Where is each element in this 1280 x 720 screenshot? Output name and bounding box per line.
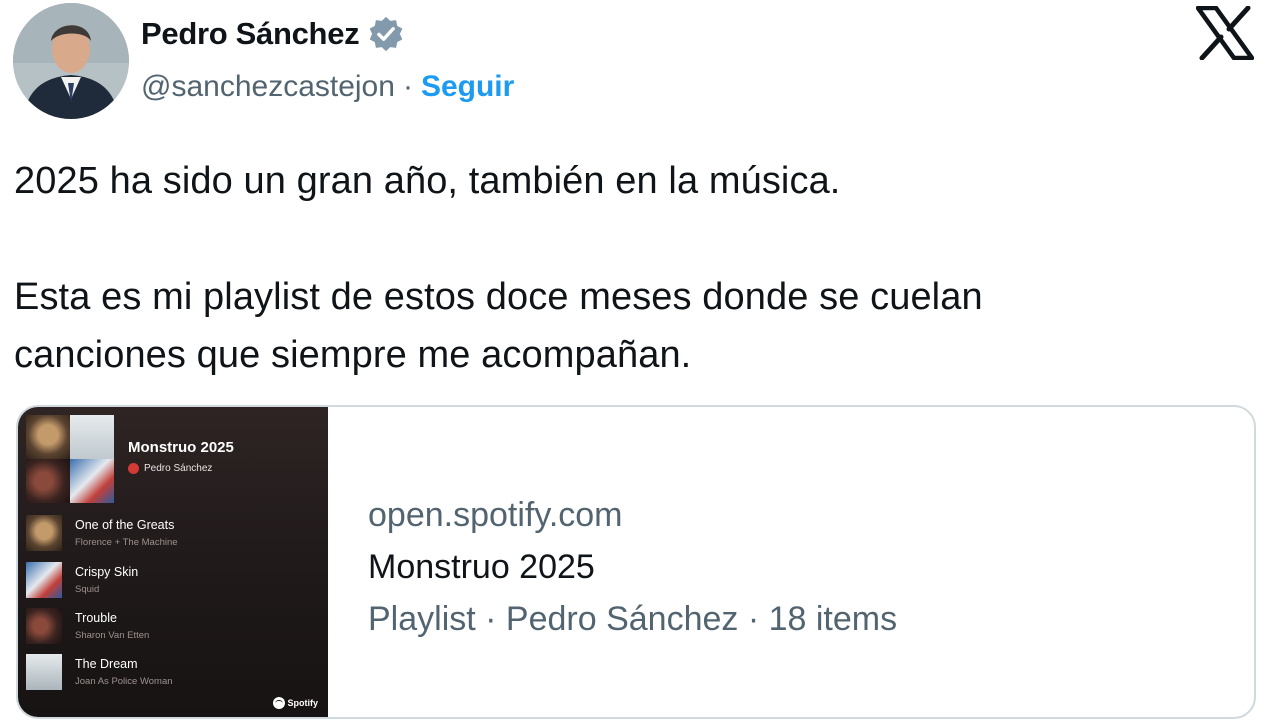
separator-dot: · — [402, 70, 413, 103]
track-artist: Squid — [75, 584, 100, 595]
track-title: One of the Greats — [75, 518, 175, 532]
cover-tile — [26, 415, 70, 459]
card-body: open.spotify.com Monstruo 2025 Playlist … — [328, 407, 1254, 717]
card-title: Monstruo 2025 — [368, 548, 595, 586]
card-meta: Playlist · Pedro Sánchez · 18 items — [368, 600, 898, 638]
author-handle-row: @sanchezcastejon · Seguir — [141, 66, 514, 108]
cover-tile — [26, 459, 70, 503]
cover-tile — [70, 415, 114, 459]
cover-tile — [70, 459, 114, 503]
track-row: The Dream Joan As Police Woman — [26, 654, 316, 692]
album-art — [26, 608, 62, 644]
album-art — [26, 515, 62, 551]
author-name[interactable]: Pedro Sánchez — [141, 16, 360, 52]
album-art — [26, 562, 62, 598]
thumbnail-owner-name: Pedro Sánchez — [144, 463, 213, 474]
track-title: Trouble — [75, 611, 117, 625]
playlist-cover-mosaic — [26, 415, 114, 503]
owner-avatar-icon — [128, 463, 139, 474]
verified-badge-icon — [367, 15, 405, 53]
follow-button[interactable]: Seguir — [421, 70, 514, 104]
spotify-badge: Spotify — [272, 697, 319, 709]
track-row: Crispy Skin Squid — [26, 562, 316, 600]
card-thumbnail: Monstruo 2025 Pedro Sánchez One of the G… — [18, 407, 328, 717]
track-artist: Florence + The Machine — [75, 537, 178, 548]
author-name-row: Pedro Sánchez — [141, 14, 405, 54]
album-art — [26, 654, 62, 690]
thumbnail-playlist-title: Monstruo 2025 — [128, 439, 234, 456]
track-title: Crispy Skin — [75, 565, 139, 579]
track-row: One of the Greats Florence + The Machine — [26, 515, 316, 553]
card-domain: open.spotify.com — [368, 496, 623, 534]
author-handle[interactable]: @sanchezcastejon — [141, 70, 395, 104]
x-logo-icon[interactable] — [1196, 6, 1254, 60]
link-preview-card[interactable]: Monstruo 2025 Pedro Sánchez One of the G… — [16, 405, 1256, 719]
track-row: Trouble Sharon Van Etten — [26, 608, 316, 646]
track-artist: Sharon Van Etten — [75, 630, 150, 641]
tweet-text: 2025 ha sido un gran año, también en la … — [14, 160, 983, 376]
thumbnail-owner: Pedro Sánchez — [128, 463, 212, 474]
track-artist: Joan As Police Woman — [75, 676, 173, 687]
track-title: The Dream — [75, 657, 138, 671]
avatar[interactable] — [13, 3, 129, 119]
spotify-badge-label: Spotify — [287, 698, 319, 708]
spotify-icon — [272, 697, 285, 709]
